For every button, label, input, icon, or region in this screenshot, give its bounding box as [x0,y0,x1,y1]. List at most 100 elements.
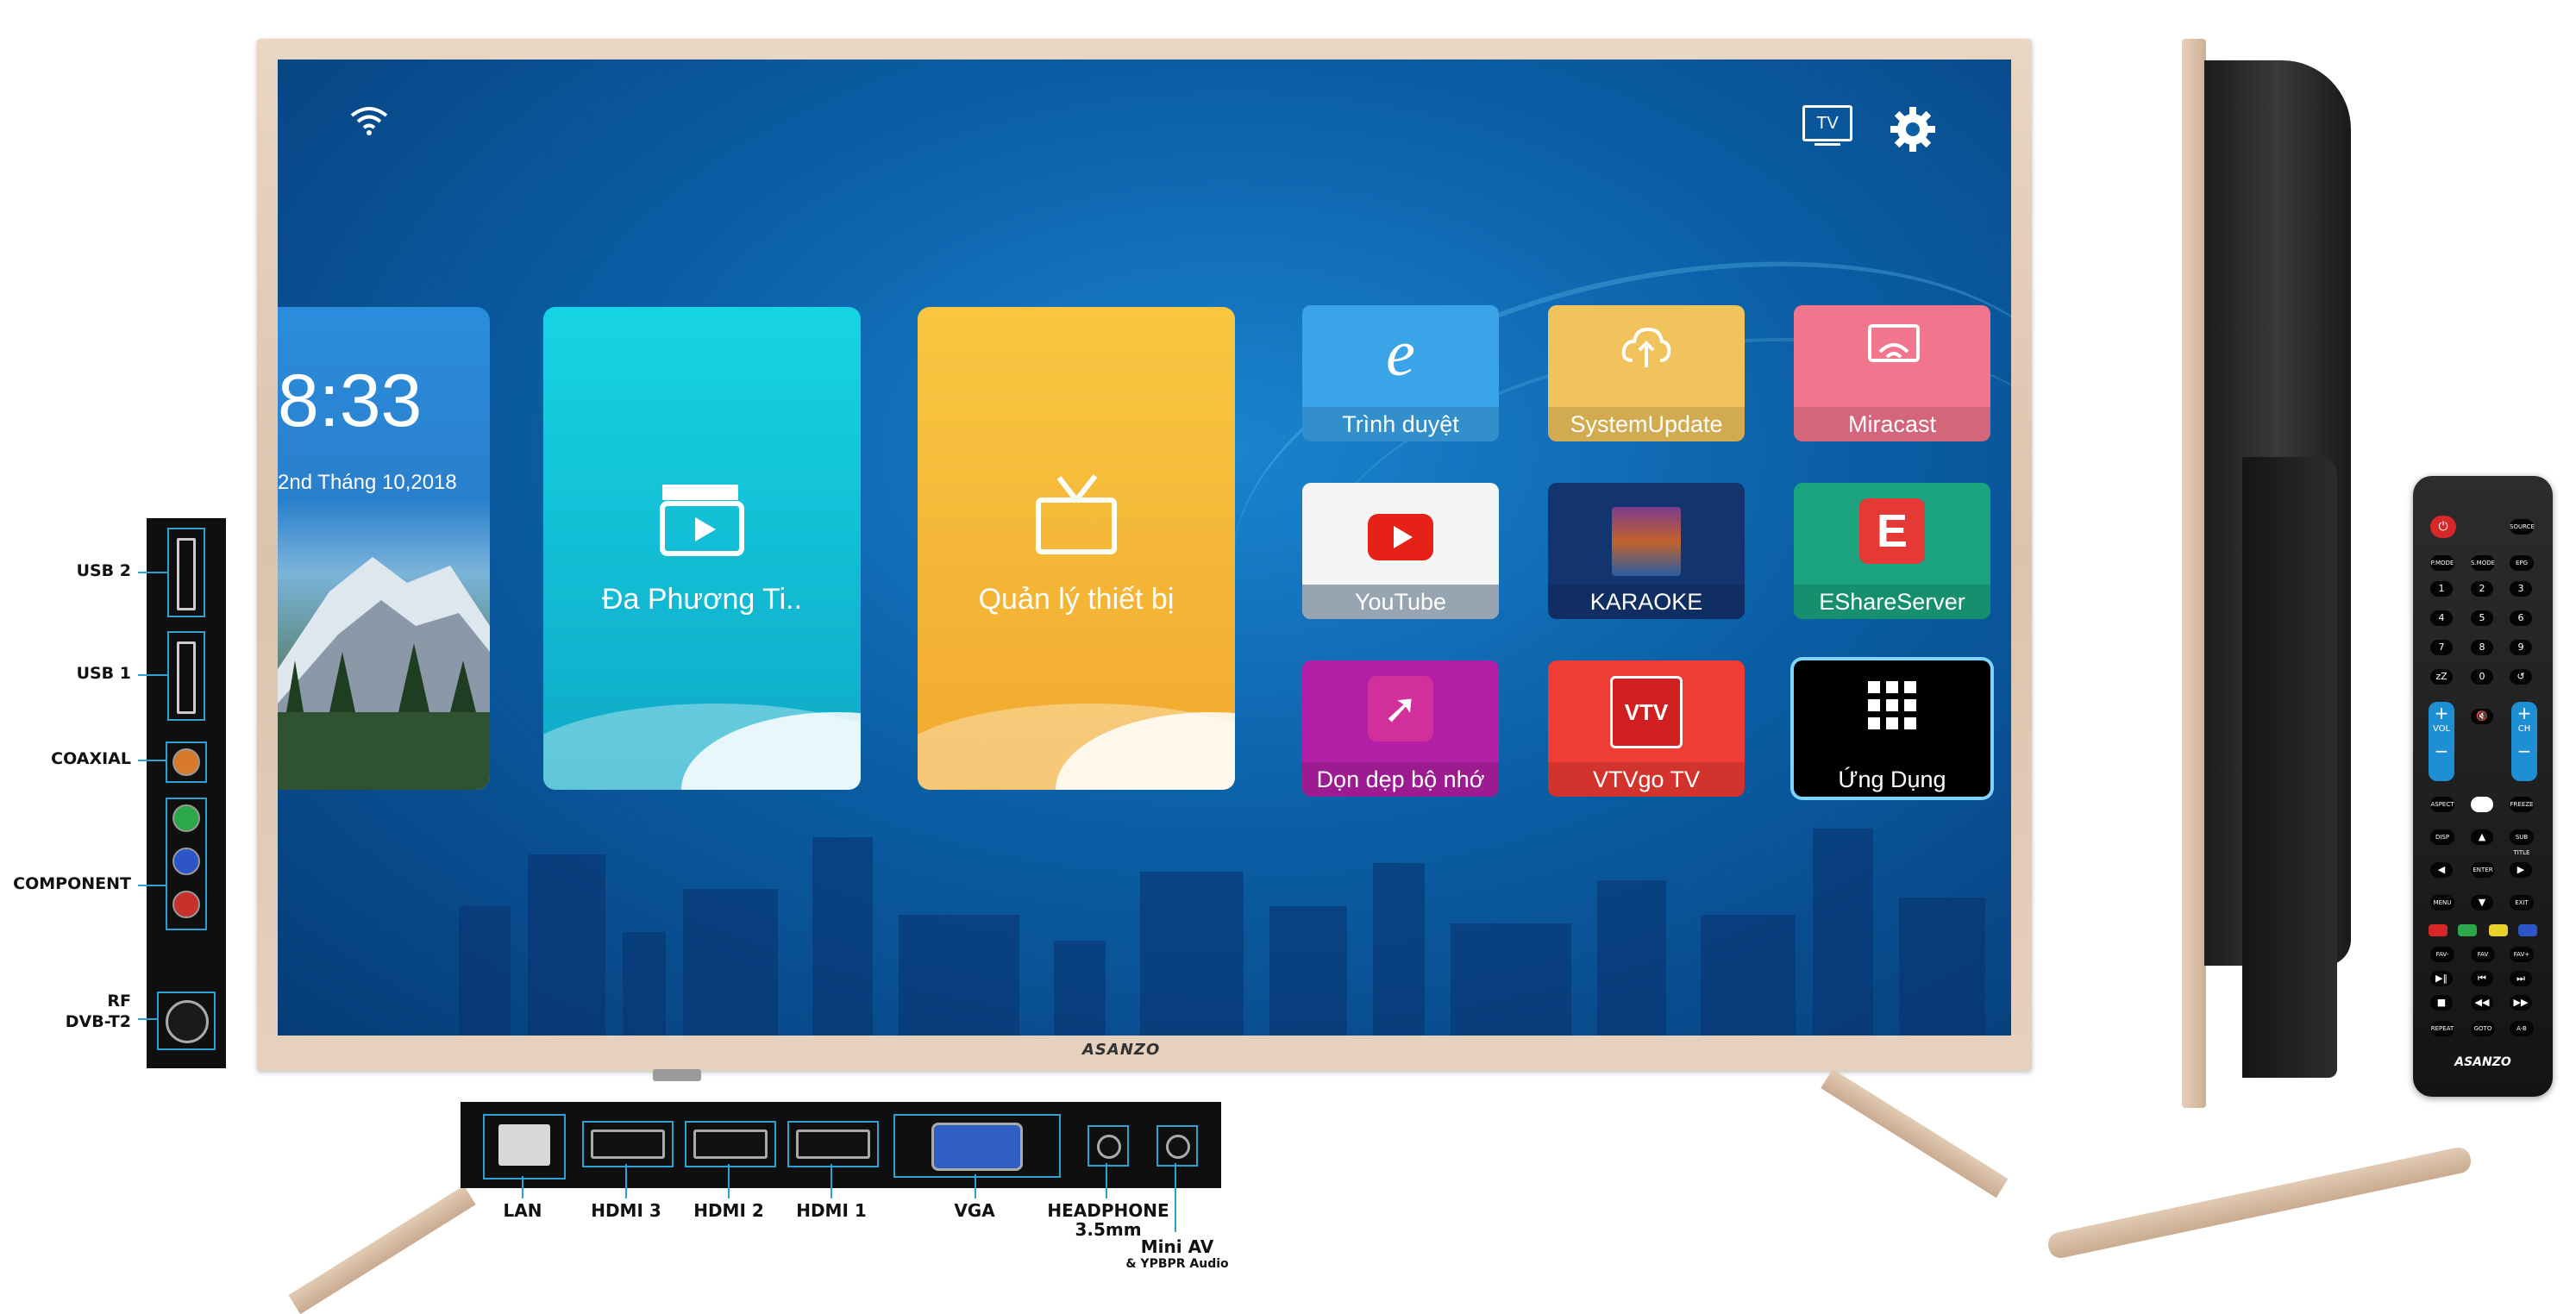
fav-button[interactable]: FAV [2471,947,2495,962]
system-update-tile[interactable]: SystemUpdate [1548,305,1745,441]
apps-shortcut-icon[interactable] [2471,797,2493,812]
youtube-tile[interactable]: YouTube [1302,483,1499,619]
fast-forward-button[interactable]: ▶▶ [2510,995,2532,1011]
stop-button[interactable]: ■ [2430,995,2453,1011]
usb-2-label: USB 2 [76,561,131,580]
tv-brand-logo: ASANZO [1082,1041,1161,1059]
goto-button[interactable]: GOTO [2471,1021,2495,1036]
rf-port [157,992,216,1050]
nav-down-button[interactable]: ▼ [2471,895,2493,910]
mute-icon[interactable]: 🔇 [2471,709,2493,724]
all-apps-tile[interactable]: Ứng Dụng [1794,660,1990,797]
nav-right-button[interactable]: ▶ [2510,862,2532,878]
display-button[interactable]: DISP [2430,829,2454,845]
repeat-button[interactable]: REPEAT [2430,1021,2454,1036]
volume-label: VOL [2432,724,2451,734]
cast-icon [1868,324,1920,362]
vga-label: VGA [954,1200,995,1221]
enter-button[interactable]: ENTER [2471,862,2495,878]
hdmi-1-label: HDMI 1 [796,1200,867,1221]
exit-button[interactable]: EXIT [2510,895,2534,910]
mini-av-port [1156,1125,1198,1167]
browser-tile[interactable]: e Trình duyệt [1302,305,1499,441]
tv-leg-right [1821,1069,2009,1198]
next-button[interactable]: ⏭ [2510,971,2532,986]
usb-2-lead [138,572,167,573]
headphone-label: HEADPHONE [1047,1200,1169,1221]
yellow-button[interactable] [2489,924,2508,936]
vga-port [893,1114,1061,1178]
lan-label: LAN [503,1200,542,1221]
usb-1-port [167,631,205,721]
fav-plus-button[interactable]: FAV+ [2510,947,2534,962]
usb-1-label: USB 1 [76,664,131,683]
clock-date: 2nd Tháng 10,2018 [278,471,457,494]
miracast-tile[interactable]: Miracast [1794,305,1990,441]
eshare-label: EShareServer [1794,585,1990,619]
digit-6-button[interactable]: 6 [2510,610,2532,626]
headphone-port [1087,1125,1129,1167]
tv-side-stand [2046,1145,2473,1261]
coaxial-port [166,741,207,783]
device-manager-tile[interactable]: Quản lý thiết bị [918,307,1235,790]
remote-brand-logo: ASANZO [2454,1055,2511,1069]
karaoke-label: KARAOKE [1548,585,1745,619]
power-button[interactable]: ⏻ [2430,516,2456,538]
channel-rocker[interactable]: + CH − [2511,702,2537,781]
karaoke-icon [1548,507,1745,576]
tv-ir-sensor [653,1069,701,1081]
source-button[interactable]: SOURCE [2510,519,2535,535]
nav-left-button[interactable]: ◀ [2430,862,2453,878]
rocket-icon: ➚ [1302,676,1499,741]
digit-1-button[interactable]: 1 [2430,581,2453,597]
tv-input-icon[interactable]: TV [1802,105,1852,152]
city-skyline [278,811,2011,1036]
eshare-tile[interactable]: E EShareServer [1794,483,1990,619]
memory-cleaner-tile[interactable]: ➚ Dọn dẹp bộ nhớ [1302,660,1499,797]
menu-button[interactable]: MENU [2430,895,2454,910]
vtvgo-icon: VTV [1548,676,1745,748]
previous-button[interactable]: ⏮ [2471,971,2493,986]
smode-button[interactable]: S.MODE [2471,555,2495,571]
coaxial-label: COAXIAL [51,749,131,768]
digit-9-button[interactable]: 9 [2510,640,2532,655]
ab-repeat-button[interactable]: A-B [2510,1021,2534,1036]
aspect-button[interactable]: ASPECT [2430,797,2454,812]
pmode-button[interactable]: P.MODE [2430,555,2454,571]
digit-3-button[interactable]: 3 [2510,581,2532,597]
fav-minus-button[interactable]: FAV- [2430,947,2454,962]
tv-side-backbox [2242,457,2337,1078]
red-button[interactable] [2429,924,2448,936]
vtvgo-tile[interactable]: VTV VTVgo TV [1548,660,1745,797]
sleep-button[interactable]: zZ [2430,669,2453,685]
all-apps-label: Ứng Dụng [1838,766,1946,792]
nav-up-button[interactable]: ▲ [2471,829,2493,845]
epg-button[interactable]: EPG [2510,555,2534,571]
recall-button[interactable]: ↺ [2510,669,2532,685]
karaoke-tile[interactable]: KARAOKE [1548,483,1745,619]
miracast-label: Miracast [1794,407,1990,441]
clock-time: 8:33 [278,360,423,442]
clock-widget[interactable]: 8:33 2nd Tháng 10,2018 [278,307,490,790]
youtube-label: YouTube [1302,585,1499,619]
media-player-tile[interactable]: Đa Phương Ti.. [543,307,861,790]
volume-rocker[interactable]: + VOL − [2429,702,2454,781]
subtitle-button[interactable]: SUB TITLE [2510,829,2534,856]
hdmi-2-port [685,1121,776,1167]
component-ports [166,798,207,930]
device-manager-label: Quản lý thiết bị [978,583,1175,616]
digit-8-button[interactable]: 8 [2471,640,2493,655]
digit-0-button[interactable]: 0 [2471,669,2493,685]
play-pause-button[interactable]: ▶‖ [2430,971,2453,986]
digit-5-button[interactable]: 5 [2471,610,2493,626]
digit-7-button[interactable]: 7 [2430,640,2453,655]
wifi-icon[interactable] [348,105,390,140]
freeze-button[interactable]: FREEZE [2510,797,2534,812]
tv-input-label: TV [1802,105,1852,141]
rewind-button[interactable]: ◀◀ [2471,995,2493,1011]
settings-gear-icon[interactable] [1889,105,1937,157]
digit-2-button[interactable]: 2 [2471,581,2493,597]
digit-4-button[interactable]: 4 [2430,610,2453,626]
green-button[interactable] [2458,924,2477,936]
blue-button[interactable] [2518,924,2537,936]
